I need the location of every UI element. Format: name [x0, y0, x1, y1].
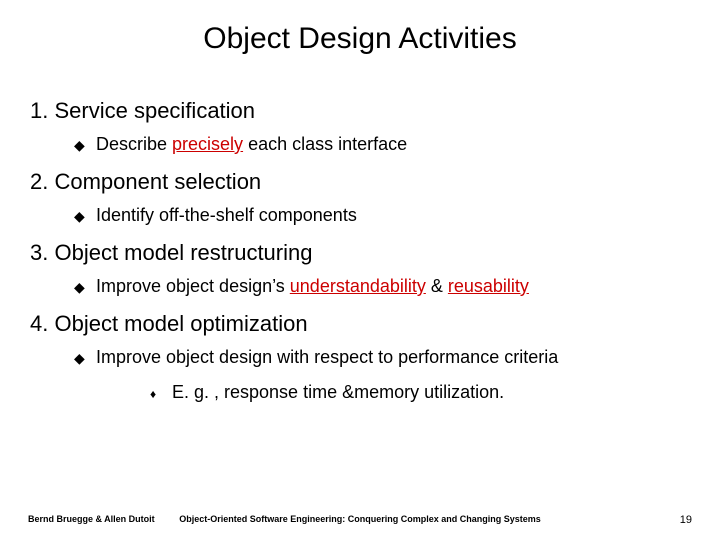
bullet-icon: ◆: [74, 349, 96, 367]
item-number: 2.: [30, 169, 48, 194]
bullet-row: ◆ Describe precisely each class interfac…: [74, 134, 690, 155]
bullet-text: Improve object design’s understandabilit…: [96, 276, 529, 297]
bullet-highlight: precisely: [172, 134, 243, 154]
list-item-3: 3. Object model restructuring: [30, 240, 690, 266]
list-item-2: 2. Component selection: [30, 169, 690, 195]
bullet-pre: Improve object design’s: [96, 276, 290, 296]
bullet-pre: Describe: [96, 134, 172, 154]
item-number: 1.: [30, 98, 48, 123]
slide-content: 1. Service specification ◆ Describe prec…: [0, 66, 720, 403]
footer-center: Object-Oriented Software Engineering: Co…: [0, 514, 720, 524]
slide: Object Design Activities 1. Service spec…: [0, 0, 720, 540]
bullet-highlight: understandability: [290, 276, 426, 296]
list-item-4: 4. Object model optimization: [30, 311, 690, 337]
bullet-row: ◆ Improve object design with respect to …: [74, 347, 690, 368]
bullet-row: ◆ Identify off-the-shelf components: [74, 205, 690, 226]
bullet-row: ◆ Improve object design’s understandabil…: [74, 276, 690, 297]
bullet-text: Improve object design with respect to pe…: [96, 347, 558, 368]
item-number: 4.: [30, 311, 48, 336]
item-number: 3.: [30, 240, 48, 265]
bullet-icon: ◆: [74, 136, 96, 154]
slide-title: Object Design Activities: [0, 0, 720, 66]
sub-bullet-text: E. g. , response time &memory utilizatio…: [172, 382, 504, 403]
list-item-1: 1. Service specification: [30, 98, 690, 124]
bullet-icon: ◆: [74, 207, 96, 225]
footer: Bernd Bruegge & Allen Dutoit Object-Orie…: [0, 514, 720, 526]
sub-bullet-icon: ♦: [150, 385, 172, 403]
bullet-highlight-2: reusability: [448, 276, 529, 296]
bullet-mid: &: [426, 276, 448, 296]
bullet-icon: ◆: [74, 278, 96, 296]
item-heading: Component selection: [54, 169, 261, 194]
item-heading: Service specification: [54, 98, 255, 123]
item-heading: Object model optimization: [54, 311, 307, 336]
sub-bullet-row: ♦ E. g. , response time &memory utilizat…: [150, 382, 690, 403]
item-heading: Object model restructuring: [54, 240, 312, 265]
bullet-text: Identify off-the-shelf components: [96, 205, 357, 226]
bullet-text: Describe precisely each class interface: [96, 134, 407, 155]
bullet-post: each class interface: [243, 134, 407, 154]
